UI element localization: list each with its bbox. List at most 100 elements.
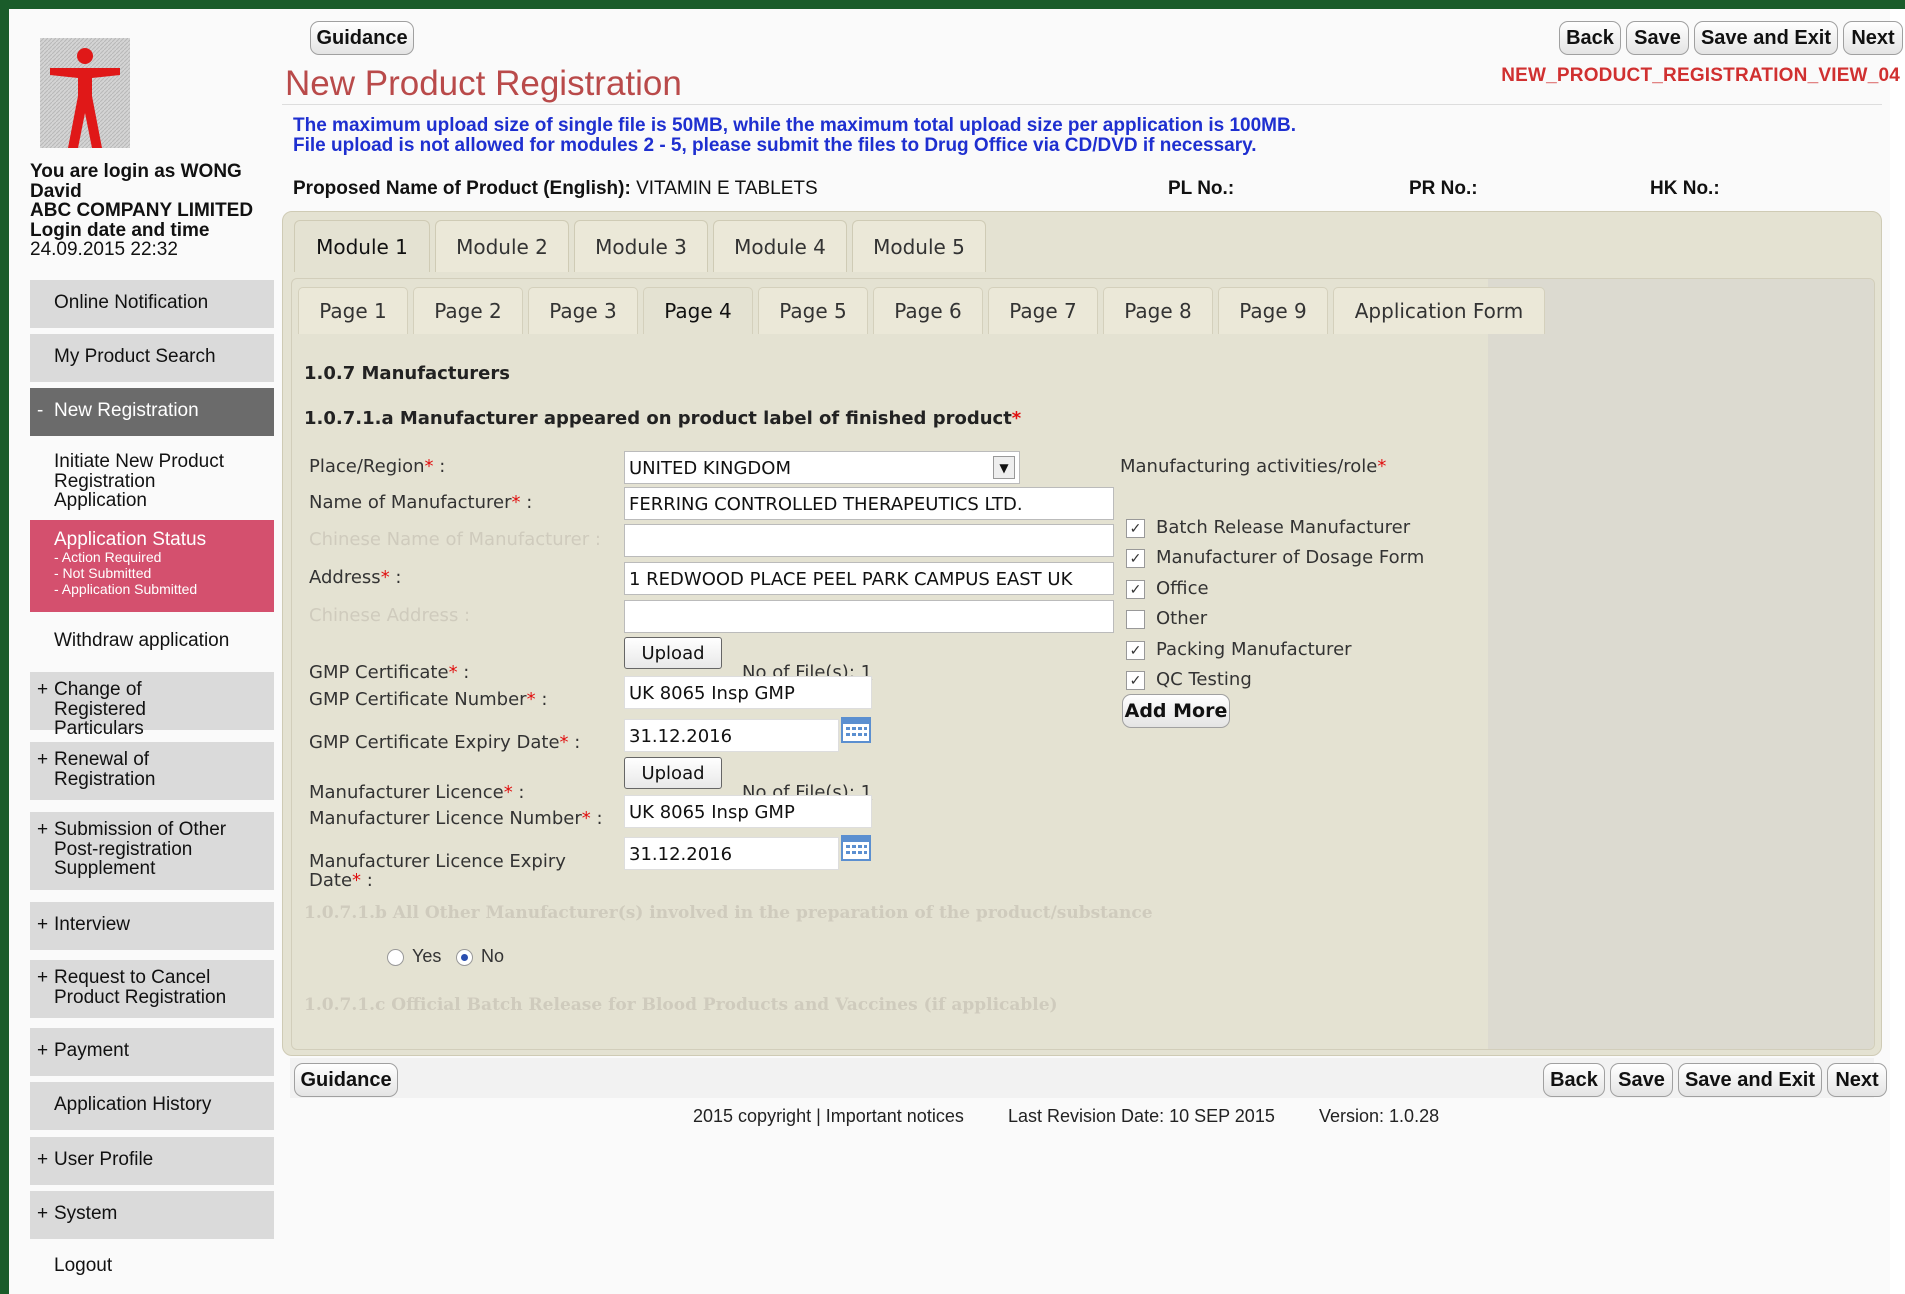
gmp-upload-button[interactable]: Upload bbox=[624, 637, 722, 669]
gmp-certificate-label: GMP Certificate* : bbox=[309, 662, 470, 683]
licence-number-input[interactable]: UK 8065 Insp GMP bbox=[624, 795, 872, 828]
gmp-expiry-input[interactable]: 31.12.2016 bbox=[624, 719, 839, 752]
tab-application-form[interactable]: Application Form bbox=[1333, 287, 1545, 334]
status-application-submitted[interactable]: - Application Submitted bbox=[54, 581, 274, 597]
back-button-top[interactable]: Back bbox=[1559, 21, 1621, 55]
sidebar-item-request-to-cancel[interactable]: + Request to Cancel Product Registration bbox=[30, 960, 274, 1018]
chevron-down-icon[interactable]: ▼ bbox=[993, 456, 1015, 479]
sidebar-item-payment[interactable]: + Payment bbox=[30, 1028, 274, 1076]
tab-page-2[interactable]: Page 2 bbox=[413, 287, 523, 334]
sidebar-item-interview[interactable]: + Interview bbox=[30, 902, 274, 950]
sidebar-item-logout[interactable]: Logout bbox=[30, 1245, 274, 1293]
licence-expiry-input[interactable]: 31.12.2016 bbox=[624, 837, 839, 870]
product-name: Proposed Name of Product (English): VITA… bbox=[293, 178, 818, 199]
upload-notice-line1: The maximum upload size of single file i… bbox=[293, 115, 1297, 136]
status-not-submitted[interactable]: - Not Submitted bbox=[54, 565, 274, 581]
tab-page-3[interactable]: Page 3 bbox=[528, 287, 638, 334]
radio-yes[interactable] bbox=[387, 949, 404, 966]
subsection-a-title: 1.0.7.1.a Manufacturer appeared on produ… bbox=[304, 408, 1022, 429]
sidebar-item-application-status[interactable]: Application Status - Action Required - N… bbox=[30, 520, 274, 612]
upload-notice: The maximum upload size of single file i… bbox=[293, 116, 1296, 155]
checkbox-office[interactable]: ✓ bbox=[1126, 580, 1145, 599]
login-user: You are login as WONG David bbox=[30, 161, 242, 202]
checkbox-other[interactable] bbox=[1126, 610, 1145, 629]
save-and-exit-button-bottom[interactable]: Save and Exit bbox=[1678, 1063, 1822, 1097]
calendar-icon[interactable] bbox=[841, 835, 871, 861]
sidebar-item-change-of-registered-particulars[interactable]: + Change of Registered Particulars bbox=[30, 672, 274, 738]
gmp-expiry-label: GMP Certificate Expiry Date* : bbox=[309, 732, 581, 753]
tab-page-1[interactable]: Page 1 bbox=[298, 287, 408, 334]
subsection-b-title: 1.0.7.1.b All Other Manufacturer(s) invo… bbox=[304, 903, 1153, 923]
next-button-top[interactable]: Next bbox=[1843, 21, 1903, 55]
title-divider bbox=[282, 104, 1882, 105]
chinese-name-label: Chinese Name of Manufacturer : bbox=[309, 529, 601, 550]
licence-upload-button[interactable]: Upload bbox=[624, 757, 722, 789]
guidance-button-bottom[interactable]: Guidance bbox=[294, 1063, 398, 1097]
tab-page-4[interactable]: Page 4 bbox=[643, 287, 753, 334]
sidebar-item-renewal-of-registration[interactable]: + Renewal of Registration bbox=[30, 742, 274, 800]
address-label: Address* : bbox=[309, 567, 402, 588]
form-right-shade bbox=[1488, 279, 1874, 1049]
sidebar-item-submission-of-other[interactable]: + Submission of Other Post-registration S… bbox=[30, 812, 274, 890]
pr-no: PR No.: bbox=[1409, 178, 1478, 199]
checkbox-qc-testing[interactable]: ✓ bbox=[1126, 671, 1145, 690]
footer-version: Version: 1.0.28 bbox=[1319, 1106, 1440, 1126]
guidance-button-top[interactable]: Guidance bbox=[310, 21, 414, 55]
tab-page-7[interactable]: Page 7 bbox=[988, 287, 1098, 334]
sidebar-item-system[interactable]: + System bbox=[30, 1191, 274, 1239]
licence-expiry-label: Manufacturer Licence Expiry Date* : bbox=[309, 851, 566, 891]
checkbox-dosage-form[interactable]: ✓ bbox=[1126, 549, 1145, 568]
place-select[interactable]: UNITED KINGDOM ▼ bbox=[624, 451, 1020, 484]
activity-batch-release-label: Batch Release Manufacturer bbox=[1156, 517, 1411, 538]
tab-page-8[interactable]: Page 8 bbox=[1103, 287, 1213, 334]
gmp-number-input[interactable]: UK 8065 Insp GMP bbox=[624, 676, 872, 709]
tab-module-5[interactable]: Module 5 bbox=[852, 220, 986, 272]
tab-page-6[interactable]: Page 6 bbox=[873, 287, 983, 334]
tab-module-4[interactable]: Module 4 bbox=[713, 220, 847, 272]
login-company: ABC COMPANY LIMITED bbox=[30, 200, 254, 221]
tab-page-5[interactable]: Page 5 bbox=[758, 287, 868, 334]
activity-dosage-form-label: Manufacturer of Dosage Form bbox=[1156, 547, 1425, 568]
activity-office-label: Office bbox=[1156, 578, 1209, 599]
page-area: Page 1 Page 2 Page 3 Page 4 Page 5 Page … bbox=[291, 278, 1875, 1050]
tab-page-9[interactable]: Page 9 bbox=[1218, 287, 1328, 334]
tab-module-1[interactable]: Module 1 bbox=[294, 220, 430, 272]
tab-module-3[interactable]: Module 3 bbox=[574, 220, 708, 272]
login-dt-label: Login date and time bbox=[30, 219, 210, 241]
sidebar-item-withdraw-application[interactable]: Withdraw application bbox=[30, 618, 274, 666]
manufacturer-name-input[interactable]: FERRING CONTROLLED THERAPEUTICS LTD. bbox=[624, 487, 1114, 520]
tab-module-2[interactable]: Module 2 bbox=[435, 220, 569, 272]
sidebar-item-initiate-new-application[interactable]: Initiate New Product Registration Applic… bbox=[30, 442, 274, 514]
sidebar-item-new-registration[interactable]: - New Registration bbox=[30, 388, 274, 436]
sidebar-item-my-product-search[interactable]: My Product Search bbox=[30, 334, 274, 382]
status-action-required[interactable]: - Action Required bbox=[54, 549, 274, 565]
save-button-top[interactable]: Save bbox=[1626, 21, 1689, 55]
sidebar-item-application-history[interactable]: Application History bbox=[30, 1082, 274, 1130]
next-button-bottom[interactable]: Next bbox=[1827, 1063, 1887, 1097]
pl-no: PL No.: bbox=[1168, 178, 1235, 199]
logo bbox=[40, 38, 130, 148]
checkbox-batch-release[interactable]: ✓ bbox=[1126, 519, 1145, 538]
place-label: Place/Region* : bbox=[309, 456, 446, 477]
back-button-bottom[interactable]: Back bbox=[1543, 1063, 1605, 1097]
chinese-address-label: Chinese Address : bbox=[309, 605, 471, 626]
module-panel: Module 1 Module 2 Module 3 Module 4 Modu… bbox=[282, 211, 1882, 1056]
sidebar-item-user-profile[interactable]: + User Profile bbox=[30, 1137, 274, 1185]
hk-no: HK No.: bbox=[1650, 178, 1720, 199]
chinese-name-input[interactable] bbox=[624, 524, 1114, 557]
gmp-number-label: GMP Certificate Number* : bbox=[309, 689, 548, 710]
footer-copyright[interactable]: 2015 copyright | Important notices bbox=[693, 1106, 964, 1127]
chinese-address-input[interactable] bbox=[624, 600, 1114, 633]
save-and-exit-button-top[interactable]: Save and Exit bbox=[1694, 21, 1838, 55]
calendar-icon[interactable] bbox=[841, 717, 871, 743]
add-more-button[interactable]: Add More bbox=[1122, 694, 1230, 728]
licence-label: Manufacturer Licence* : bbox=[309, 782, 525, 803]
login-datetime: 24.09.2015 22:32 bbox=[30, 239, 178, 260]
save-button-bottom[interactable]: Save bbox=[1610, 1063, 1673, 1097]
sidebar-item-online-notification[interactable]: Online Notification bbox=[30, 280, 274, 328]
activity-other-label: Other bbox=[1156, 608, 1208, 629]
checkbox-packing[interactable]: ✓ bbox=[1126, 641, 1145, 660]
radio-no-label: No bbox=[481, 946, 505, 966]
address-input[interactable]: 1 REDWOOD PLACE PEEL PARK CAMPUS EAST UK bbox=[624, 562, 1114, 595]
radio-no[interactable] bbox=[456, 949, 473, 966]
